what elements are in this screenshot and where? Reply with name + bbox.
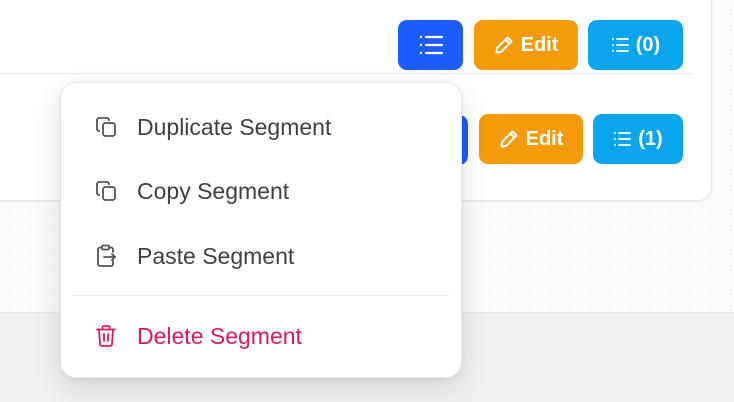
copy-icon: [96, 181, 116, 201]
segment-context-menu: Duplicate Segment Copy Segment Paste Seg…: [60, 82, 462, 378]
edit-button[interactable]: Edit: [479, 114, 583, 164]
menu-divider: [73, 295, 449, 296]
edit-button-label: Edit: [525, 127, 564, 150]
edit-button[interactable]: Edit: [474, 20, 578, 70]
list-icon: [614, 132, 632, 146]
segment-menu-button[interactable]: [398, 20, 463, 70]
duplicate-icon: [96, 117, 116, 137]
menu-item-label: Duplicate Segment: [137, 113, 332, 140]
menu-item-duplicate-segment[interactable]: Duplicate Segment: [61, 99, 461, 155]
list-count-label: (1): [638, 127, 663, 150]
paste-icon: [97, 244, 116, 267]
menu-item-paste-segment[interactable]: Paste Segment: [61, 228, 461, 284]
menu-item-label: Paste Segment: [137, 242, 295, 269]
pencil-icon: [495, 36, 513, 54]
list-count-button[interactable]: (1): [593, 114, 683, 164]
list-icon: [611, 38, 629, 52]
menu-item-label: Copy Segment: [137, 177, 290, 204]
menu-item-delete-segment[interactable]: Delete Segment: [61, 308, 461, 364]
edit-button-label: Edit: [520, 33, 559, 56]
list-count-button[interactable]: (0): [588, 20, 683, 70]
list-icon: [419, 35, 443, 55]
row-divider: [0, 73, 692, 74]
menu-item-copy-segment[interactable]: Copy Segment: [61, 163, 461, 219]
list-count-label: (0): [635, 33, 661, 56]
menu-item-label: Delete Segment: [137, 322, 302, 349]
pencil-icon: [500, 130, 518, 148]
trash-icon: [96, 325, 116, 347]
